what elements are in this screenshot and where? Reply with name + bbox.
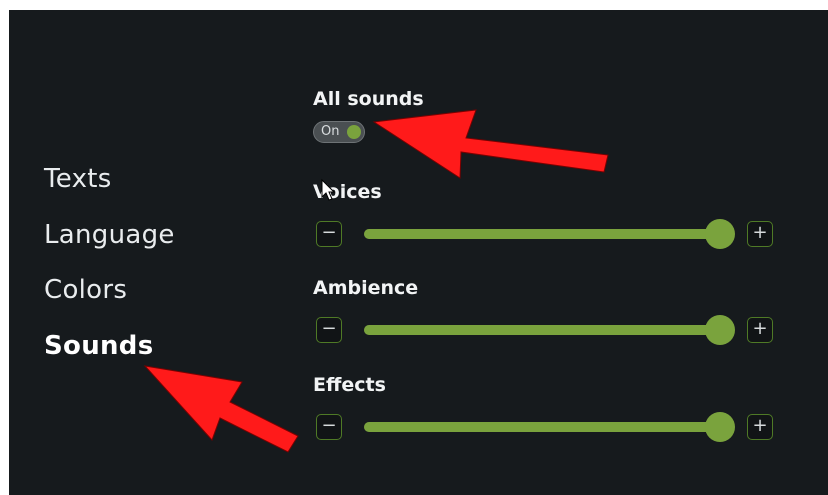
nav-item-colors[interactable]: Colors	[44, 275, 127, 305]
voices-title: Voices	[313, 181, 382, 203]
ambience-slider[interactable]	[364, 315, 735, 345]
ambience-decrease-button[interactable]: −	[316, 317, 342, 343]
effects-slider[interactable]	[364, 412, 735, 442]
ambience-slider-thumb[interactable]	[705, 315, 735, 345]
voices-increase-button[interactable]: +	[747, 221, 773, 247]
all-sounds-toggle[interactable]: On	[313, 121, 365, 143]
toggle-state-label: On	[321, 124, 340, 139]
settings-panel: Texts Language Colors Sounds All sounds …	[9, 10, 828, 495]
effects-decrease-button[interactable]: −	[316, 414, 342, 440]
all-sounds-title: All sounds	[313, 88, 424, 110]
nav-item-sounds[interactable]: Sounds	[44, 331, 154, 361]
nav-item-texts[interactable]: Texts	[44, 164, 112, 194]
toggle-knob	[347, 125, 361, 139]
effects-slider-fill	[364, 422, 720, 432]
ambience-title: Ambience	[313, 277, 419, 299]
nav-item-language[interactable]: Language	[44, 220, 175, 250]
voices-decrease-button[interactable]: −	[316, 221, 342, 247]
ambience-increase-button[interactable]: +	[747, 317, 773, 343]
effects-increase-button[interactable]: +	[747, 414, 773, 440]
voices-slider-fill	[364, 229, 720, 239]
effects-title: Effects	[313, 374, 386, 396]
voices-slider-thumb[interactable]	[705, 219, 735, 249]
ambience-slider-fill	[364, 325, 720, 335]
effects-slider-thumb[interactable]	[705, 412, 735, 442]
voices-slider[interactable]	[364, 219, 735, 249]
